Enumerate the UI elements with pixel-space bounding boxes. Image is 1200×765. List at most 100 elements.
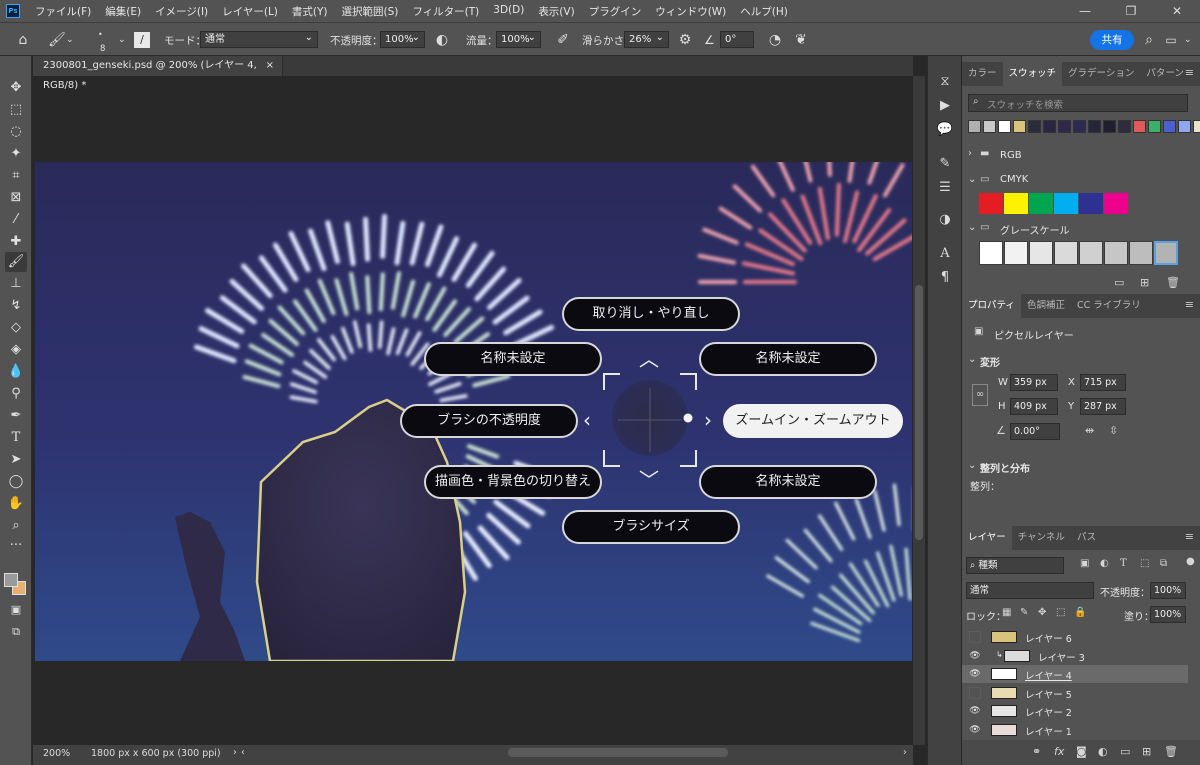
new-group-folder-icon[interactable]: ▭ xyxy=(1120,745,1130,758)
screen-mode-icon[interactable]: ⧉ xyxy=(5,622,27,642)
restore-button[interactable]: ❐ xyxy=(1108,0,1154,22)
gray-swatch[interactable] xyxy=(1129,241,1153,265)
pie-item-bottom-right[interactable]: 名称未設定 xyxy=(699,465,877,499)
lock-pixels-icon[interactable]: ✎ xyxy=(1020,607,1028,618)
swatch[interactable] xyxy=(1103,120,1116,133)
document-tab[interactable]: 2300801_genseki.psd @ 200% (レイヤー 4, RGB/… xyxy=(33,56,283,91)
brush-size-chevron-icon[interactable]: ⌄ xyxy=(118,23,126,57)
new-swatch-icon[interactable]: ⊞ xyxy=(1140,276,1149,289)
paragraph-panel-icon[interactable]: ¶ xyxy=(935,268,955,288)
move-tool-icon[interactable]: ✥ xyxy=(5,78,27,98)
gray-swatch[interactable] xyxy=(1154,241,1178,265)
layer-row[interactable]: レイヤー 5 xyxy=(962,684,1188,702)
share-button[interactable]: 共有 xyxy=(1090,30,1134,50)
swatch[interactable] xyxy=(1028,120,1041,133)
crop-tool-icon[interactable]: ⌗ xyxy=(5,166,27,186)
lasso-tool-icon[interactable]: ◌ xyxy=(5,122,27,142)
swatch[interactable] xyxy=(1178,120,1191,133)
layer-row[interactable]: レイヤー 6 xyxy=(962,628,1188,646)
pie-item-right[interactable]: ズームイン・ズームアウト xyxy=(723,404,903,438)
quick-mask-icon[interactable]: ▣ xyxy=(5,600,27,620)
home-icon[interactable]: ⌂ xyxy=(14,31,32,49)
adjustments-icon[interactable]: ☰ xyxy=(935,178,955,198)
type-tool-icon[interactable]: T xyxy=(5,428,27,448)
swatch[interactable] xyxy=(983,120,996,133)
history-brush-tool-icon[interactable]: ↯ xyxy=(5,296,27,316)
filter-smart-object-icon[interactable]: ⧉ xyxy=(1160,558,1167,569)
fill-field[interactable]: 100% xyxy=(1150,606,1186,623)
cmyk-swatch[interactable] xyxy=(1054,193,1078,214)
eyedropper-tool-icon[interactable]: ⁄ xyxy=(5,210,27,230)
workspace-icon[interactable]: ▭ xyxy=(1162,31,1180,49)
visibility-eye-icon[interactable]: 👁 xyxy=(969,724,981,736)
flip-vertical-icon[interactable]: ⇳ xyxy=(1109,424,1118,437)
brush-settings-panel-icon[interactable]: ✎ xyxy=(935,154,955,174)
menu-item[interactable]: 選択範囲(S) xyxy=(335,4,406,19)
path-selection-tool-icon[interactable]: ➤ xyxy=(5,450,27,470)
layer-row[interactable]: 👁 レイヤー 2 xyxy=(962,702,1188,720)
swatch[interactable] xyxy=(1163,120,1176,133)
flip-horizontal-icon[interactable]: ⇹ xyxy=(1085,424,1094,437)
minimize-button[interactable]: — xyxy=(1062,0,1108,22)
cmyk-swatch[interactable] xyxy=(1104,193,1128,214)
delete-layer-icon[interactable]: 🗑 xyxy=(1164,745,1178,758)
swatch[interactable] xyxy=(1043,120,1056,133)
character-panel-icon[interactable]: A xyxy=(935,244,955,264)
mode-select[interactable]: 通常 xyxy=(200,30,318,48)
swatch[interactable] xyxy=(998,120,1011,133)
add-mask-icon[interactable]: ◙ xyxy=(1076,745,1087,758)
menu-item[interactable]: 書式(Y) xyxy=(285,4,335,19)
brush-settings-icon[interactable]: ∕ xyxy=(134,32,150,48)
foreground-color[interactable] xyxy=(4,573,18,587)
paint-bucket-tool-icon[interactable]: ◈ xyxy=(5,340,27,360)
group-rgb[interactable]: RGB xyxy=(1000,150,1022,161)
visibility-eye-icon[interactable]: 👁 xyxy=(969,705,981,717)
group-cmyk-chevron-icon[interactable]: ⌄ xyxy=(968,174,976,185)
status-chevron-icon[interactable]: › xyxy=(233,747,237,758)
group-grayscale[interactable]: グレースケール xyxy=(1000,222,1070,237)
layers-tab[interactable]: レイヤー xyxy=(962,526,1012,550)
swatch-search[interactable]: ⌕ スウォッチを検索 xyxy=(968,94,1188,112)
comments-icon[interactable]: 💬 xyxy=(935,120,955,140)
filter-pixel-icon[interactable]: ▣ xyxy=(1080,558,1089,569)
group-rgb-chevron-icon[interactable]: › xyxy=(968,148,972,159)
group-gray-chevron-icon[interactable]: ⌄ xyxy=(968,222,976,233)
close-document-icon[interactable]: × xyxy=(266,56,274,76)
zoom-tool-icon[interactable]: ⌕ xyxy=(5,516,27,536)
menu-item[interactable]: フィルター(T) xyxy=(405,4,486,19)
smoothing-field[interactable]: 26% xyxy=(624,30,669,48)
scroll-left-icon[interactable]: ‹ xyxy=(241,747,245,758)
menu-item[interactable]: ウィンドウ(W) xyxy=(648,4,733,19)
close-button[interactable]: ✕ xyxy=(1154,0,1200,22)
scroll-right-icon[interactable]: › xyxy=(903,747,907,758)
pressure-size-icon[interactable]: ◔ xyxy=(766,31,784,49)
pen-tool-icon[interactable]: ✒ xyxy=(5,406,27,426)
lock-transparent-icon[interactable]: ▦ xyxy=(1002,607,1011,618)
visibility-eye-icon[interactable]: 👁 xyxy=(969,650,981,662)
properties-menu-icon[interactable]: ≡ xyxy=(1185,298,1194,311)
swatches-tab[interactable]: グラデーション xyxy=(1062,62,1140,86)
clone-source-icon[interactable]: ◑ xyxy=(935,210,955,230)
eraser-tool-icon[interactable]: ◇ xyxy=(5,318,27,338)
swatch[interactable] xyxy=(1193,120,1200,133)
menu-item[interactable]: 3D(D) xyxy=(486,4,531,19)
more-tools-icon[interactable]: ··· xyxy=(5,536,27,556)
swatch[interactable] xyxy=(1118,120,1131,133)
gray-swatch[interactable] xyxy=(1079,241,1103,265)
hand-tool-icon[interactable]: ✋ xyxy=(5,494,27,514)
layer-filter-select[interactable]: ⌕ 種類 xyxy=(966,557,1064,574)
layers-menu-icon[interactable]: ≡ xyxy=(1185,530,1194,543)
lock-all-icon[interactable]: 🔒 xyxy=(1074,607,1086,618)
vertical-scroll-thumb[interactable] xyxy=(915,285,923,540)
dodge-tool-icon[interactable]: ⚲ xyxy=(5,384,27,404)
layer-row[interactable]: 👁 レイヤー 1 xyxy=(962,721,1188,739)
layers-tab[interactable]: チャンネル xyxy=(1012,526,1071,550)
menu-item[interactable]: ファイル(F) xyxy=(28,4,98,19)
symmetry-icon[interactable]: ❦ xyxy=(792,31,810,49)
brush-tool-icon[interactable]: 🖌 xyxy=(5,252,27,272)
angle-field[interactable]: 0° xyxy=(720,31,754,48)
gear-icon[interactable]: ⚙ xyxy=(676,31,694,49)
visibility-eye-icon[interactable] xyxy=(969,686,981,699)
layer-row[interactable]: 👁 ↳ レイヤー 3 xyxy=(962,647,1188,665)
layer-opacity-field[interactable]: 100% xyxy=(1150,582,1186,599)
